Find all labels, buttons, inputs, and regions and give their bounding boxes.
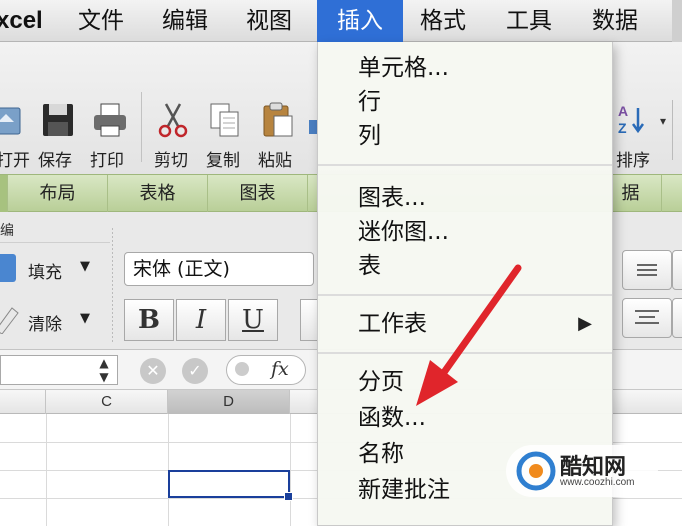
coozhi-logo-icon (516, 451, 556, 491)
watermark-url: www.coozhi.com (560, 477, 635, 488)
watermark: 酷知网 www.coozhi.com (506, 445, 658, 497)
